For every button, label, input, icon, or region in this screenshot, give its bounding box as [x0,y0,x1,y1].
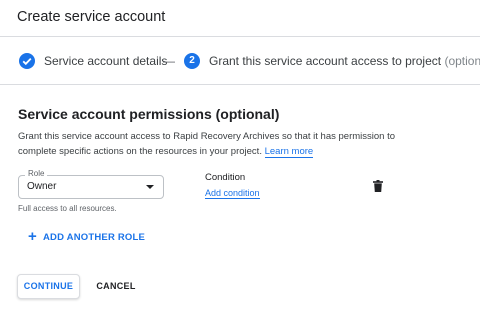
step-optional-tag: (optional) [444,54,480,68]
continue-button[interactable]: CONTINUE [17,274,80,299]
section-description: Grant this service account access to Rap… [18,129,418,159]
section-title: Service account permissions (optional) [18,106,280,122]
plus-icon: + [28,228,37,245]
page-title: Create service account [17,9,166,25]
cancel-button[interactable]: CANCEL [90,274,142,299]
learn-more-link[interactable]: Learn more [264,146,314,158]
step-grant-access[interactable]: Grant this service account access to pro… [209,54,480,68]
role-select[interactable]: Role Owner [18,169,164,199]
role-value: Owner [27,181,57,192]
role-label: Role [25,169,48,178]
step-grant-access-label: Grant this service account access to pro… [209,54,442,68]
stepper: Service account details — 2 Grant this s… [0,37,480,85]
role-helper-text: Full access to all resources. [18,204,117,213]
chevron-down-icon [146,185,154,189]
dialog-header: Create service account [0,0,480,37]
trash-icon[interactable] [373,179,383,192]
description-text: Grant this service account access to Rap… [18,131,395,157]
step-service-account-details[interactable]: Service account details [44,54,167,68]
add-another-role-button[interactable]: + ADD ANOTHER ROLE [28,229,145,245]
add-condition-link[interactable]: Add condition [205,188,260,199]
check-icon[interactable] [19,53,35,69]
step-separator: — [163,54,175,68]
add-another-role-label: ADD ANOTHER ROLE [42,231,146,243]
step-number-badge: 2 [184,53,200,69]
condition-label: Condition [205,172,246,183]
